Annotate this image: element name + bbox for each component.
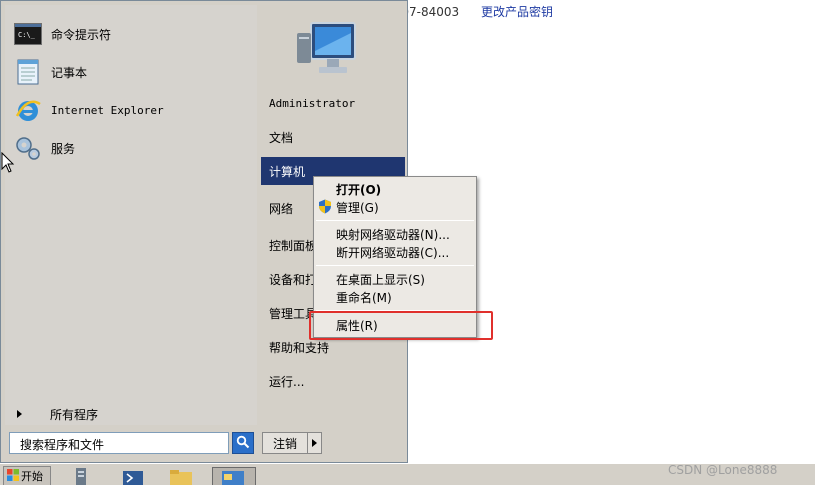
all-programs-button[interactable]: 所有程序	[13, 403, 98, 425]
shield-icon	[318, 199, 332, 214]
search-row: 搜索程序和文件	[9, 431, 255, 455]
context-show-on-desktop-item[interactable]: 在桌面上显示(S)	[336, 270, 425, 288]
svg-text:C:\_: C:\_	[18, 31, 36, 39]
start-item-notepad[interactable]: 记事本	[13, 55, 87, 89]
notepad-icon	[13, 57, 43, 87]
logout-row: 注销	[262, 432, 322, 454]
logout-button[interactable]: 注销	[262, 432, 308, 454]
start-item-label: Internet Explorer	[51, 103, 164, 117]
context-rename-item[interactable]: 重命名(M)	[336, 288, 392, 306]
start-item-ie[interactable]: Internet Explorer	[13, 93, 164, 127]
run-link[interactable]: 运行...	[261, 367, 405, 395]
server-manager-taskbar-icon[interactable]	[68, 467, 94, 485]
mouse-cursor-icon	[1, 151, 15, 174]
start-label: 开始	[21, 470, 43, 483]
start-item-label: 记事本	[51, 65, 88, 80]
shutdown-options-button[interactable]	[308, 432, 322, 454]
context-open-item[interactable]: 打开(O)	[336, 180, 381, 198]
context-disconnect-drive-item[interactable]: 断开网络驱动器(C)...	[336, 243, 449, 261]
menu-separator	[316, 220, 474, 221]
start-item-cmd[interactable]: C:\_ 命令提示符	[13, 17, 111, 51]
start-item-label: 服务	[51, 141, 76, 156]
services-icon	[13, 133, 43, 163]
search-icon	[236, 435, 250, 452]
start-item-label: 命令提示符	[51, 27, 112, 42]
windows-logo-icon	[7, 468, 19, 484]
context-map-drive-item[interactable]: 映射网络驱动器(N)...	[336, 225, 450, 243]
documents-link[interactable]: 文档	[261, 123, 405, 151]
start-item-services[interactable]: 服务	[13, 131, 75, 165]
all-programs-label: 所有程序	[50, 407, 99, 422]
explorer-taskbar-icon[interactable]	[168, 467, 194, 485]
start-menu-left-pane: C:\_ 命令提示符 记事本 Internet Explorer 服务 所有程序	[5, 5, 257, 425]
watermark-text: CSDN @Lone8888	[668, 463, 778, 477]
start-button[interactable]: 开始	[3, 466, 51, 485]
search-button[interactable]	[232, 432, 254, 454]
context-manage-item[interactable]: 管理(G)	[336, 198, 379, 216]
ie-icon	[13, 95, 43, 125]
change-product-key-link[interactable]: 更改产品密钥	[481, 5, 553, 19]
cmd-icon: C:\_	[13, 19, 43, 49]
active-window-taskbar-icon[interactable]	[212, 467, 256, 485]
properties-highlight-box	[309, 311, 493, 340]
search-input[interactable]: 搜索程序和文件	[9, 432, 229, 454]
arrow-right-icon	[312, 439, 317, 447]
arrow-right-icon	[17, 410, 22, 418]
powershell-taskbar-icon[interactable]	[120, 467, 146, 485]
user-name-link[interactable]: Administrator	[261, 89, 405, 117]
menu-separator	[316, 265, 474, 266]
